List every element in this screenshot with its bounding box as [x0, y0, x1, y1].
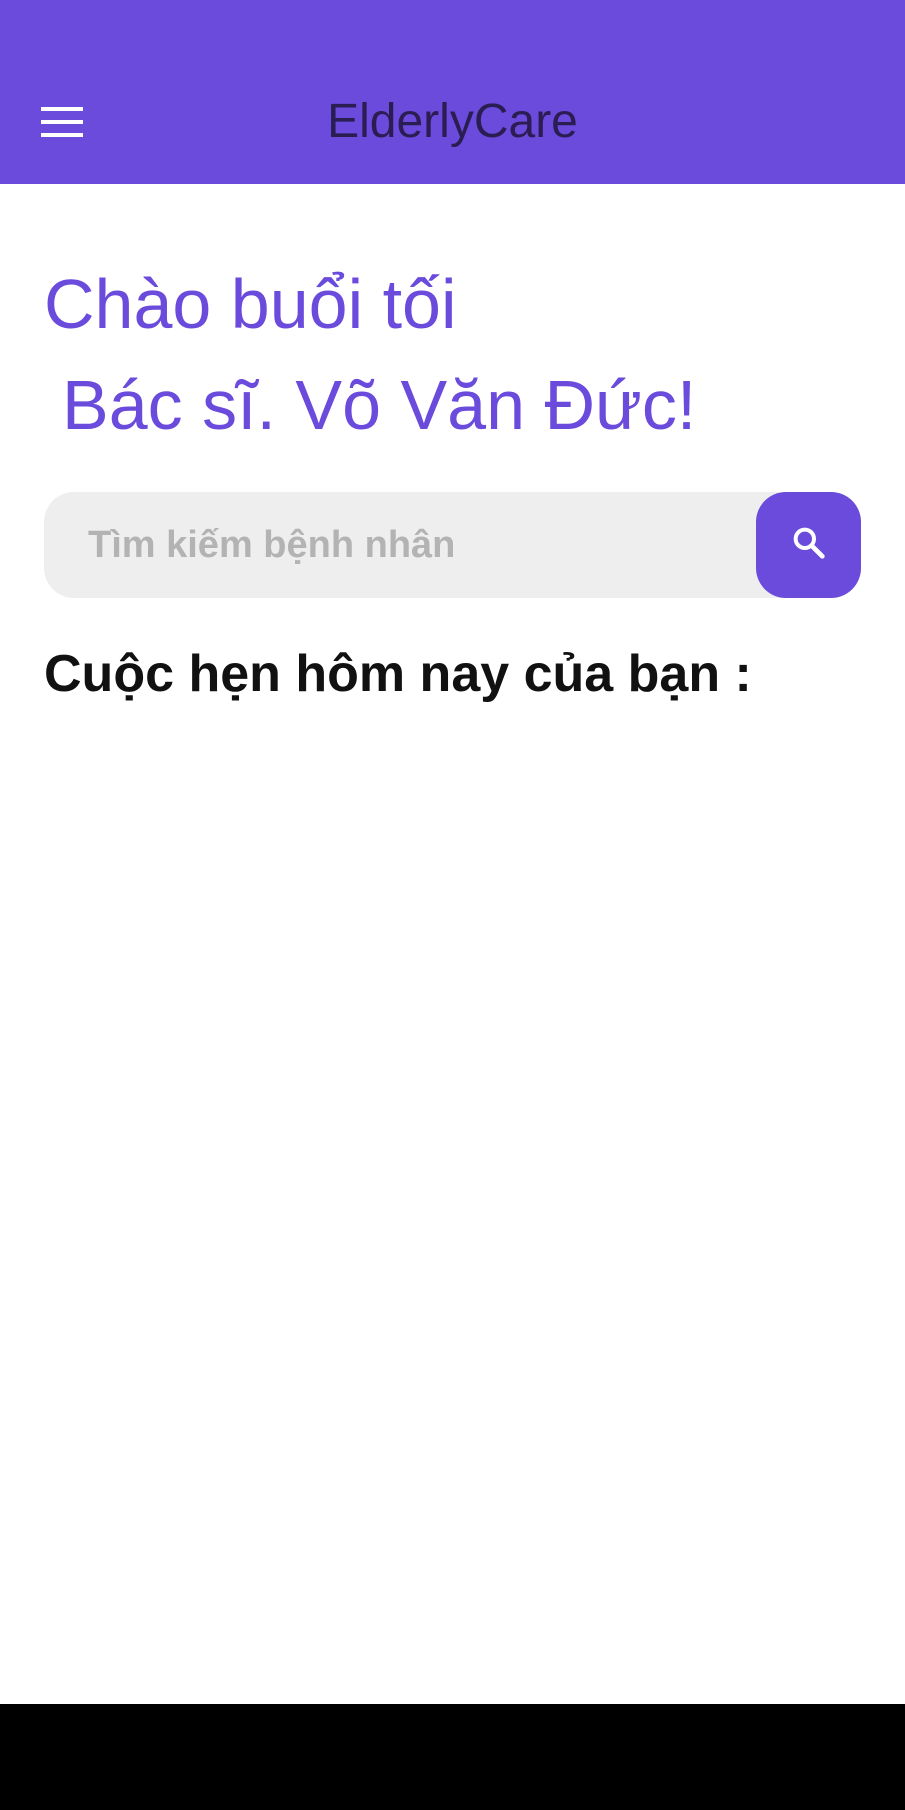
greeting-doctor-name: Bác sĩ. Võ Văn Đức! — [62, 366, 697, 444]
search-input[interactable] — [88, 492, 748, 598]
search-button[interactable] — [756, 492, 861, 598]
search-icon — [789, 523, 829, 568]
appointments-heading: Cuộc hẹn hôm nay của bạn : — [44, 645, 752, 703]
system-navigation-bar — [0, 1704, 905, 1810]
greeting-line-1: Chào buổi tối — [44, 265, 457, 343]
search-bar — [44, 492, 861, 598]
app-bar: ElderlyCare — [0, 0, 905, 184]
app-title: ElderlyCare — [327, 95, 578, 148]
screen: ElderlyCare Chào buổi tối Bác sĩ. Võ Văn… — [0, 0, 905, 1810]
